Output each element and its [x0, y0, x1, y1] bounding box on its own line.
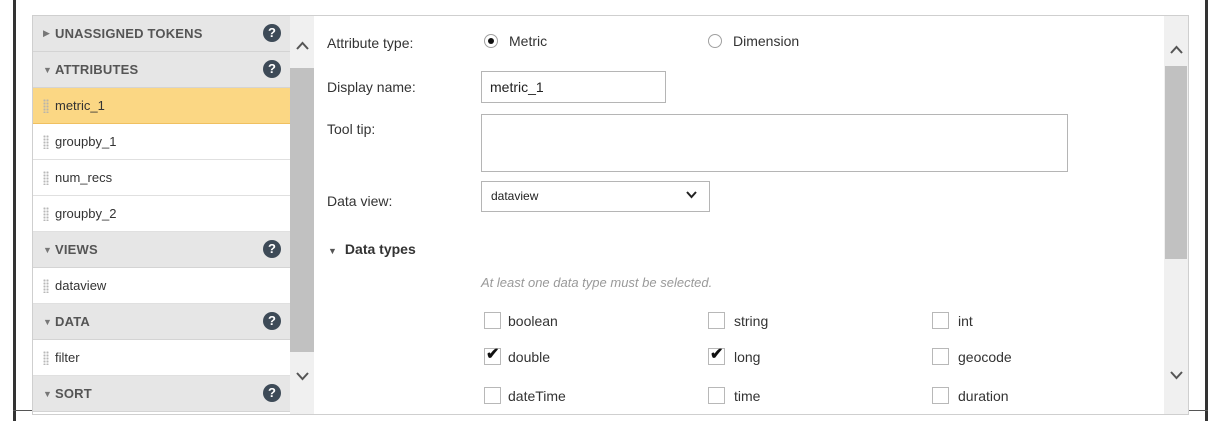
section-label: UNASSIGNED TOKENS: [55, 26, 203, 41]
sidebar-item-label: filter: [55, 350, 80, 365]
tool-tip-label: Tool tip:: [327, 121, 376, 137]
section-data[interactable]: ▼ DATA ?: [33, 304, 290, 340]
window-border-right: [1205, 0, 1208, 421]
attribute-type-label: Attribute type:: [327, 35, 414, 51]
help-icon[interactable]: ?: [263, 24, 281, 42]
checkbox-double[interactable]: ✔: [484, 346, 501, 365]
sidebar-item-label: dataview: [55, 278, 107, 293]
checkmark-icon: ✔: [710, 346, 724, 363]
radio-metric-label[interactable]: Metric: [509, 33, 547, 49]
triangle-down-icon: ▼: [328, 246, 337, 256]
checkbox-datetime[interactable]: [484, 387, 501, 404]
section-unassigned-tokens[interactable]: ▶ UNASSIGNED TOKENS ?: [33, 16, 290, 52]
drag-handle-icon[interactable]: [43, 206, 49, 221]
checkmark-icon: ✔: [486, 346, 500, 363]
data-view-value: dataview: [491, 189, 539, 203]
section-attributes[interactable]: ▼ ATTRIBUTES ?: [33, 52, 290, 88]
help-icon[interactable]: ?: [263, 312, 281, 330]
section-label: SORT: [55, 386, 92, 401]
sidebar-item-filter[interactable]: filter: [33, 340, 290, 376]
help-icon[interactable]: ?: [263, 384, 281, 402]
data-types-hint: At least one data type must be selected.: [481, 275, 713, 290]
scrollbar-thumb[interactable]: [290, 68, 315, 352]
checkbox-geocode[interactable]: [932, 348, 949, 365]
section-sort[interactable]: ▼ SORT ?: [33, 376, 290, 412]
sidebar-scrollbar[interactable]: [290, 16, 315, 414]
checkbox-string[interactable]: [708, 312, 725, 329]
display-name-label: Display name:: [327, 79, 416, 95]
checkbox-duration[interactable]: [932, 387, 949, 404]
sidebar-item-label: groupby_2: [55, 206, 117, 221]
checkbox-long[interactable]: ✔: [708, 346, 725, 365]
checkbox-int-label[interactable]: int: [958, 313, 973, 329]
sidebar-item-groupby-1[interactable]: groupby_1: [33, 124, 290, 160]
triangle-down-icon: ▼: [43, 244, 52, 255]
drag-handle-icon[interactable]: [43, 350, 49, 365]
app-frame: ▶ UNASSIGNED TOKENS ? ▼ ATTRIBUTES ? met…: [0, 0, 1220, 421]
checkbox-int[interactable]: [932, 312, 949, 329]
sidebar-item-label: metric_1: [55, 98, 105, 113]
tool-tip-textarea[interactable]: [481, 114, 1068, 172]
drag-handle-icon[interactable]: [43, 98, 49, 113]
sidebar-panel: ▶ UNASSIGNED TOKENS ? ▼ ATTRIBUTES ? met…: [32, 15, 316, 415]
checkbox-time[interactable]: [708, 387, 725, 404]
drag-handle-icon[interactable]: [43, 170, 49, 185]
data-types-heading: Data types: [344, 241, 416, 257]
triangle-down-icon: ▼: [43, 388, 52, 399]
section-label: DATA: [55, 314, 90, 329]
chevron-down-icon: [686, 188, 697, 202]
sidebar-item-num-recs[interactable]: num_recs: [33, 160, 290, 196]
attribute-editor-panel: Attribute type: Metric Dimension Display…: [314, 15, 1189, 415]
chevron-up-icon[interactable]: [296, 38, 309, 53]
help-icon[interactable]: ?: [263, 240, 281, 258]
sidebar-item-dataview[interactable]: dataview: [33, 268, 290, 304]
chevron-down-icon[interactable]: [296, 369, 309, 384]
triangle-down-icon: ▼: [43, 316, 52, 327]
sidebar-item-label: num_recs: [55, 170, 113, 185]
sidebar-item-metric-1[interactable]: metric_1: [33, 88, 290, 124]
scrollbar-thumb[interactable]: [1165, 66, 1187, 259]
editor-scrollbar[interactable]: [1164, 16, 1188, 414]
sidebar-item-groupby-2[interactable]: groupby_2: [33, 196, 290, 232]
data-types-toggle[interactable]: ▼ Data types: [328, 241, 416, 257]
display-name-input[interactable]: metric_1: [481, 71, 666, 103]
section-label: ATTRIBUTES: [55, 62, 139, 77]
radio-metric[interactable]: [484, 34, 498, 48]
checkbox-geocode-label[interactable]: geocode: [958, 349, 1012, 365]
drag-handle-icon[interactable]: [43, 134, 49, 149]
chevron-down-icon[interactable]: [1170, 368, 1183, 383]
section-label: VIEWS: [55, 242, 98, 257]
sidebar-list: ▶ UNASSIGNED TOKENS ? ▼ ATTRIBUTES ? met…: [33, 16, 290, 412]
triangle-right-icon: ▶: [43, 28, 50, 38]
data-view-label: Data view:: [327, 193, 393, 209]
checkbox-boolean[interactable]: [484, 312, 501, 329]
radio-dimension-label[interactable]: Dimension: [733, 33, 799, 49]
chevron-up-icon[interactable]: [1170, 42, 1183, 57]
section-views[interactable]: ▼ VIEWS ?: [33, 232, 290, 268]
radio-dimension[interactable]: [708, 34, 722, 48]
data-view-select[interactable]: dataview: [481, 181, 710, 212]
checkbox-duration-label[interactable]: duration: [958, 388, 1009, 404]
checkbox-long-label[interactable]: long: [734, 349, 760, 365]
sidebar-item-label: groupby_1: [55, 134, 117, 149]
checkbox-time-label[interactable]: time: [734, 388, 760, 404]
checkbox-boolean-label[interactable]: boolean: [508, 313, 558, 329]
checkbox-datetime-label[interactable]: dateTime: [508, 388, 566, 404]
checkbox-double-label[interactable]: double: [508, 349, 550, 365]
checkbox-string-label[interactable]: string: [734, 313, 768, 329]
window-border-left: [13, 0, 16, 421]
help-icon[interactable]: ?: [263, 60, 281, 78]
triangle-down-icon: ▼: [43, 64, 52, 75]
drag-handle-icon[interactable]: [43, 278, 49, 293]
